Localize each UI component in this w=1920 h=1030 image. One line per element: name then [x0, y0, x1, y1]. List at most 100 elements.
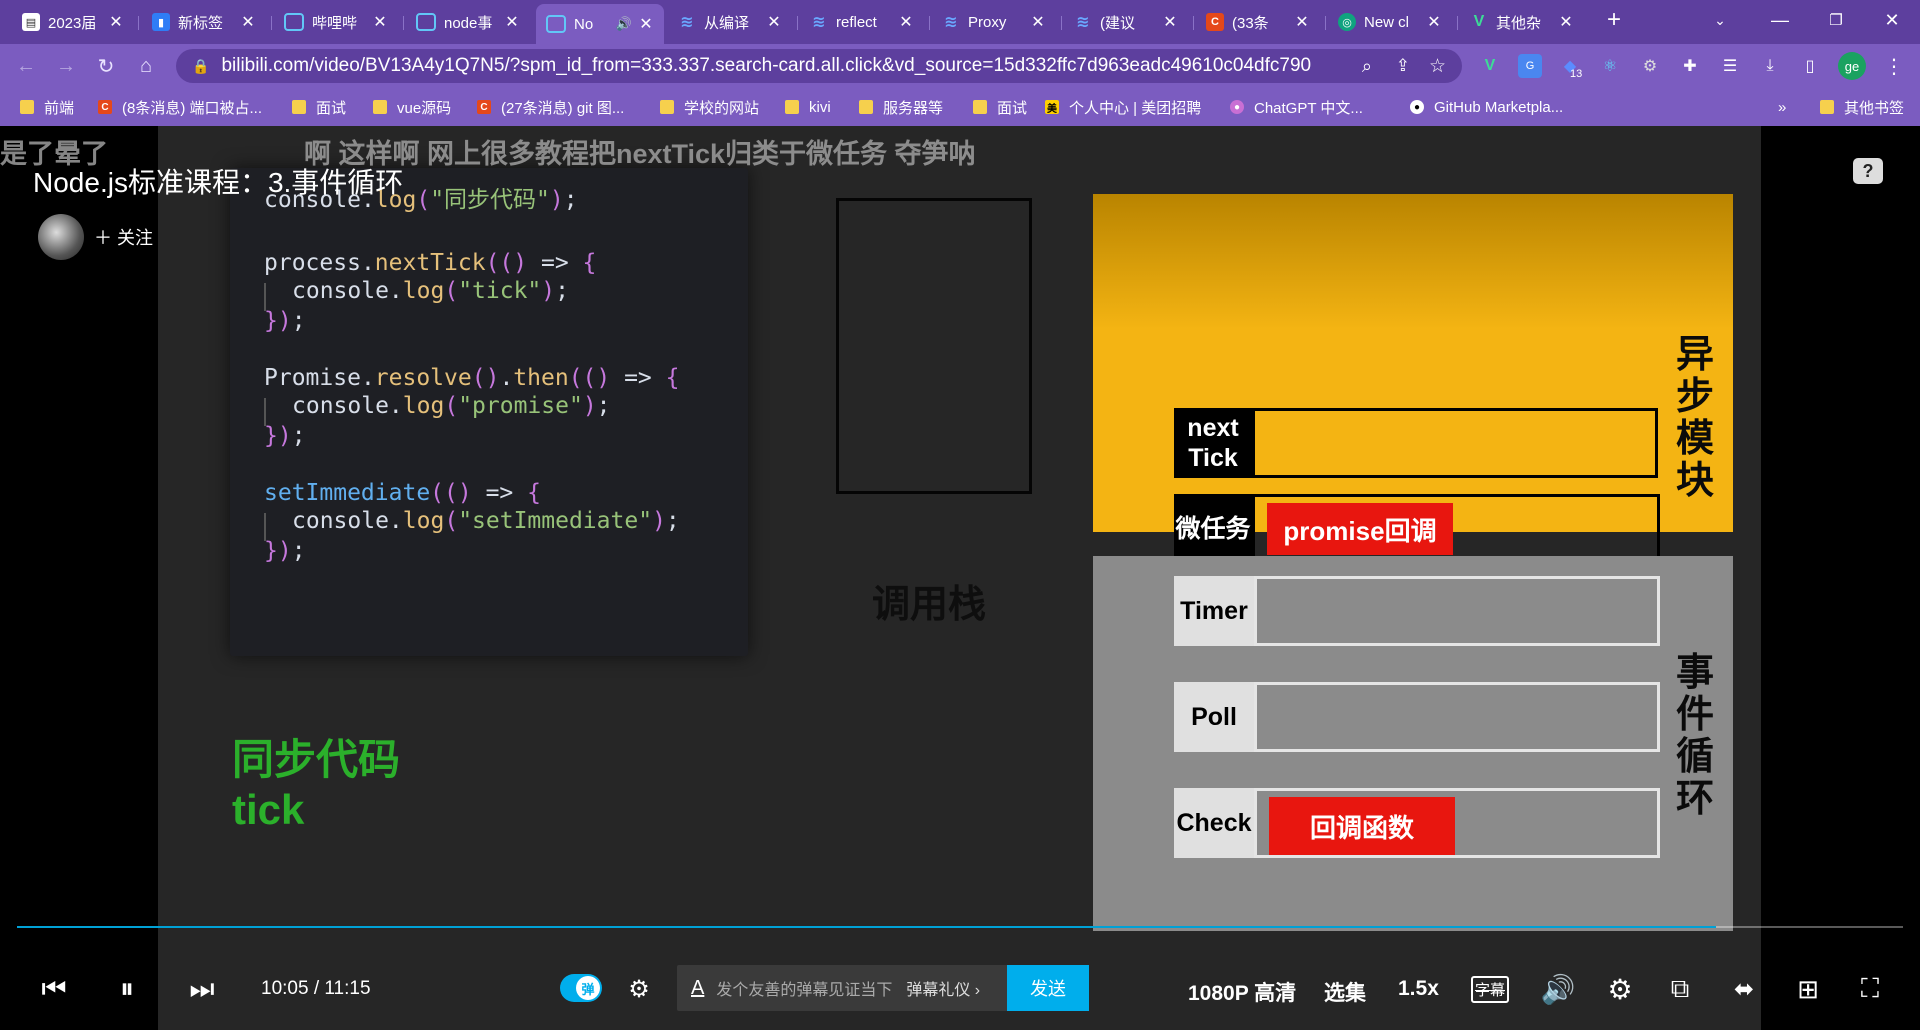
- previous-icon[interactable]: ⏮: [40, 971, 68, 1007]
- bookmark-item[interactable]: 美个人中心 | 美团招聘: [1045, 96, 1201, 118]
- bookmark-item[interactable]: kivi: [785, 96, 831, 118]
- close-tab-icon[interactable]: ✕: [1558, 12, 1574, 32]
- close-tab-icon[interactable]: ✕: [504, 12, 520, 32]
- picture-in-picture-icon[interactable]: ⧉: [1662, 971, 1698, 1007]
- bookmark-item[interactable]: 面试: [292, 96, 346, 118]
- bookmark-item[interactable]: vue源码: [373, 96, 451, 118]
- minimize-button[interactable]: —: [1752, 0, 1808, 40]
- next-icon[interactable]: ⏭: [188, 971, 216, 1007]
- bookmarks-overflow-button[interactable]: »: [1778, 96, 1786, 118]
- bookmark-item[interactable]: C (8条消息) 端口被占...: [98, 96, 262, 118]
- download-icon[interactable]: ⤓: [1758, 54, 1782, 78]
- address-bar[interactable]: 🔒 bilibili.com/video/BV13A4y1Q7N5/?spm_i…: [176, 49, 1462, 83]
- browser-tab[interactable]: C (33条 ✕: [1196, 8, 1320, 36]
- chatgpt-icon: ◎: [1338, 13, 1356, 31]
- folder-icon: [373, 100, 387, 114]
- send-button[interactable]: 发送: [1007, 965, 1089, 1011]
- danmaku-toggle[interactable]: 弹: [560, 974, 602, 1002]
- browser-tab[interactable]: ≋ (建议 ✕: [1064, 8, 1188, 36]
- reload-button[interactable]: ↻: [92, 52, 120, 80]
- close-tab-icon[interactable]: ✕: [1162, 12, 1178, 32]
- sync-output-line: tick: [232, 786, 305, 833]
- tab-title: 2023届: [48, 14, 97, 32]
- url-text[interactable]: bilibili.com/video/BV13A4y1Q7N5/?spm_id_…: [221, 55, 1311, 77]
- fullscreen-icon[interactable]: ⛶: [1852, 971, 1888, 1007]
- share-icon[interactable]: ⇪: [1396, 56, 1410, 76]
- web-fullscreen-icon[interactable]: ⊞: [1790, 971, 1826, 1007]
- close-tab-icon[interactable]: ✕: [1426, 12, 1442, 32]
- lock-icon[interactable]: 🔒: [192, 58, 209, 75]
- close-tab-icon[interactable]: ✕: [1294, 12, 1310, 32]
- bookmark-item[interactable]: ● ChatGPT 中文...: [1230, 96, 1363, 118]
- uploader-avatar[interactable]: [38, 214, 84, 260]
- close-window-button[interactable]: ✕: [1864, 0, 1920, 40]
- close-tab-icon[interactable]: ✕: [638, 14, 654, 34]
- chatgpt-icon: ●: [1230, 100, 1244, 114]
- bookmark-item[interactable]: C (27条消息) git 图...: [477, 96, 624, 118]
- speed-selector[interactable]: 1.5x: [1398, 977, 1439, 1001]
- bookmark-label: (27条消息) git 图...: [501, 99, 625, 117]
- close-tab-icon[interactable]: ✕: [108, 12, 124, 32]
- tab-search-chevron-icon[interactable]: ⌄: [1692, 0, 1748, 40]
- help-icon[interactable]: ?: [1853, 158, 1883, 184]
- tab-title: 其他杂: [1496, 14, 1542, 32]
- close-tab-icon[interactable]: ✕: [766, 12, 782, 32]
- video-player[interactable]: console.log("同步代码"); process.nextTick(()…: [0, 126, 1920, 1030]
- quality-selector[interactable]: 1080P 高清: [1188, 977, 1296, 1007]
- browser-tab[interactable]: ≋ Proxy ✕: [932, 8, 1056, 36]
- browser-tab[interactable]: V 其他杂 ✕: [1460, 8, 1584, 36]
- react-devtools-icon[interactable]: ⚛: [1598, 54, 1622, 78]
- juejin-icon: ≋: [1076, 14, 1090, 31]
- close-tab-icon[interactable]: ✕: [1030, 12, 1046, 32]
- subtitle-off-icon[interactable]: 字幕: [1470, 971, 1510, 1007]
- bookmark-star-icon[interactable]: ☆: [1429, 55, 1446, 78]
- volume-icon[interactable]: 🔊: [1540, 971, 1576, 1007]
- danmaku-etiquette-link[interactable]: 弹幕礼仪 ›: [906, 976, 980, 1000]
- vue-devtools-icon[interactable]: V: [1478, 54, 1502, 78]
- bookmark-item[interactable]: 服务器等: [859, 96, 943, 118]
- puzzle-icon[interactable]: ✚: [1678, 54, 1702, 78]
- zoom-icon[interactable]: ⌕: [1362, 56, 1372, 77]
- back-button[interactable]: ←: [12, 52, 40, 80]
- browser-tab-active[interactable]: No 🔊 ✕: [536, 4, 664, 44]
- browser-tab[interactable]: ≋ reflect ✕: [800, 8, 924, 36]
- tab-title: Proxy: [968, 13, 1007, 31]
- danmaku-settings-icon[interactable]: ⚙: [622, 971, 656, 1007]
- browser-tab[interactable]: 哔哩哔 ✕: [274, 8, 398, 36]
- home-button[interactable]: ⌂: [132, 52, 160, 80]
- other-bookmarks[interactable]: 其他书签: [1820, 96, 1904, 118]
- follow-button[interactable]: ＋ 关注: [94, 224, 153, 250]
- close-tab-icon[interactable]: ✕: [372, 12, 388, 32]
- browser-tab[interactable]: ▤ 2023届 ✕: [12, 8, 134, 36]
- sidebar-icon[interactable]: ▯: [1798, 54, 1822, 78]
- widescreen-icon[interactable]: ⬌: [1726, 971, 1762, 1007]
- danmaku-input[interactable]: A 发个友善的弹幕见证当下 弹幕礼仪 ›: [677, 965, 1007, 1011]
- forward-button[interactable]: →: [52, 52, 80, 80]
- video-frame[interactable]: console.log("同步代码"); process.nextTick(()…: [158, 126, 1761, 1030]
- duration: 11:15: [324, 978, 371, 999]
- browser-tab[interactable]: node事 ✕: [406, 8, 530, 36]
- close-tab-icon[interactable]: ✕: [240, 12, 256, 32]
- browser-tab[interactable]: ≋ 从编译 ✕: [668, 8, 792, 36]
- pause-icon[interactable]: ⏸: [110, 971, 144, 1007]
- browser-tab[interactable]: ▮ 新标签 ✕: [142, 8, 266, 36]
- bookmark-item[interactable]: ● GitHub Marketpla...: [1410, 96, 1563, 118]
- speaker-icon[interactable]: 🔊: [616, 16, 632, 32]
- bookmark-item[interactable]: 前端: [20, 96, 74, 118]
- translate-icon[interactable]: G: [1518, 54, 1542, 78]
- media-queue-icon[interactable]: ☰: [1718, 54, 1742, 78]
- progress-bar[interactable]: [17, 926, 1903, 928]
- episodes-button[interactable]: 选集: [1324, 977, 1366, 1007]
- menu-icon[interactable]: ⋮: [1882, 54, 1906, 78]
- new-tab-button[interactable]: +: [1586, 0, 1642, 40]
- settings-icon[interactable]: ⚙: [1602, 971, 1638, 1007]
- restore-button[interactable]: ❐: [1808, 0, 1864, 40]
- gear-extension-icon[interactable]: ⚙: [1638, 54, 1662, 78]
- tab-separator: [1061, 16, 1062, 30]
- browser-tab[interactable]: ◎ New cl ✕: [1328, 8, 1452, 36]
- close-tab-icon[interactable]: ✕: [898, 12, 914, 32]
- bookmark-item[interactable]: 学校的网站: [660, 96, 759, 118]
- bookmark-item[interactable]: 面试: [973, 96, 1027, 118]
- avatar[interactable]: ge: [1838, 52, 1866, 80]
- font-style-icon[interactable]: A: [691, 977, 704, 1000]
